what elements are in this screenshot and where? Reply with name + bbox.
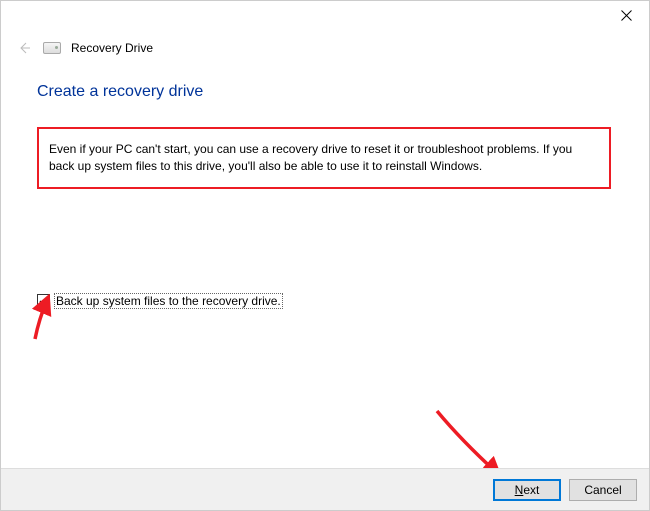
cancel-button[interactable]: Cancel (569, 479, 637, 501)
back-button[interactable] (15, 39, 33, 57)
close-button[interactable] (617, 6, 635, 24)
checkmark-icon (39, 296, 49, 306)
wizard-button-bar: Next Cancel (1, 468, 649, 510)
wizard-header: Recovery Drive (1, 31, 649, 57)
backup-checkbox[interactable] (37, 294, 50, 307)
backup-checkbox-row: Back up system files to the recovery dri… (37, 293, 613, 309)
backup-checkbox-label[interactable]: Back up system files to the recovery dri… (54, 293, 283, 309)
titlebar (1, 1, 649, 31)
next-button[interactable]: Next (493, 479, 561, 501)
wizard-content: Create a recovery drive Even if your PC … (1, 57, 649, 309)
close-icon (621, 10, 632, 21)
cancel-button-label: Cancel (584, 483, 621, 497)
next-button-label: Next (515, 483, 540, 497)
back-arrow-icon (17, 41, 31, 55)
page-heading: Create a recovery drive (37, 83, 613, 101)
page-description: Even if your PC can't start, you can use… (49, 141, 599, 175)
description-highlight-box: Even if your PC can't start, you can use… (37, 127, 611, 189)
window-title: Recovery Drive (71, 41, 153, 55)
recovery-drive-icon (43, 42, 61, 54)
